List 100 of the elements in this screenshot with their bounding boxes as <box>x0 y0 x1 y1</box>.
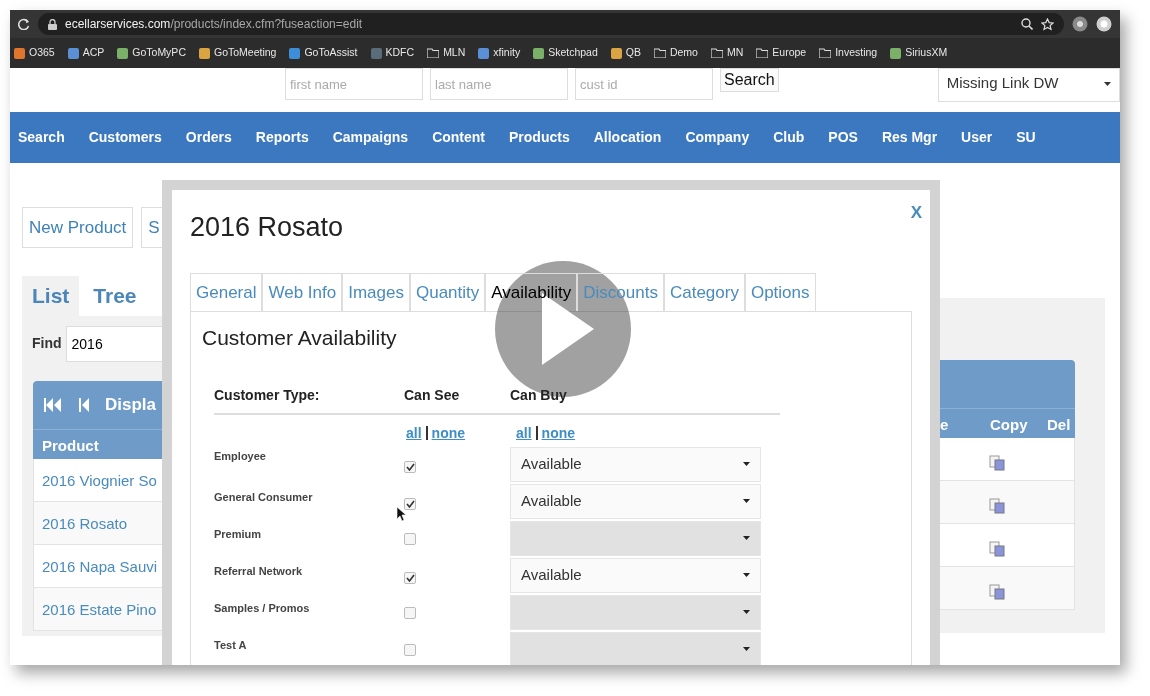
bookmark[interactable]: MLN <box>427 45 466 61</box>
nav-link[interactable]: Campaigns <box>332 127 409 148</box>
buy-select[interactable]: Available <box>510 483 761 519</box>
nav-link[interactable]: Content <box>432 127 486 148</box>
column-header: Product <box>42 436 99 454</box>
site-icon <box>198 47 210 59</box>
nav-link[interactable]: SU <box>1016 127 1036 148</box>
buy-select[interactable]: Available <box>510 557 761 593</box>
caret-icon <box>743 462 750 466</box>
checkbox[interactable] <box>404 572 416 584</box>
tab[interactable]: General <box>190 272 263 311</box>
page-button[interactable]: New Product <box>22 207 134 248</box>
nav-link[interactable]: Products <box>509 127 570 148</box>
nav-link[interactable]: Reports <box>255 127 309 148</box>
site-icon <box>14 47 25 59</box>
product-link[interactable]: 2016 Viognier So <box>42 471 157 489</box>
select-link[interactable]: none <box>431 424 466 441</box>
reload-icon[interactable] <box>18 18 30 30</box>
separator <box>535 425 538 440</box>
tab[interactable]: Images <box>342 272 410 311</box>
bookmark[interactable]: Sketchpad <box>533 45 598 61</box>
bookmark[interactable]: QB <box>610 45 641 61</box>
column-header: Del <box>1047 415 1071 433</box>
profile-icon[interactable] <box>1096 16 1112 32</box>
bookmark[interactable]: GoToAssist <box>289 45 358 61</box>
find-field[interactable]: 2016 <box>65 325 162 362</box>
site-icon <box>370 47 382 59</box>
site-icon <box>890 47 902 59</box>
nav-link[interactable]: Allocation <box>593 127 662 148</box>
buy-select[interactable]: Available <box>510 446 761 482</box>
customer-type: Premium <box>214 526 263 542</box>
copy-icon[interactable] <box>989 583 1005 600</box>
bookmark[interactable]: SiriusXM <box>890 45 948 61</box>
pager-text: Displa <box>105 393 157 416</box>
site-icon <box>533 47 545 59</box>
search-field[interactable]: first name <box>285 68 423 100</box>
product-link[interactable]: 2016 Napa Sauvi <box>42 557 158 575</box>
nav-link[interactable]: POS <box>828 127 858 148</box>
checkbox[interactable] <box>404 498 416 510</box>
search-field[interactable]: cust id <box>575 68 713 100</box>
find-label: Find <box>32 334 62 353</box>
bookmark[interactable]: Investing <box>819 45 878 61</box>
bookmark[interactable]: GoToMeeting <box>198 45 277 61</box>
nav-link[interactable]: Res Mgr <box>881 127 938 148</box>
bookmark[interactable]: Europe <box>756 45 807 61</box>
view-tab[interactable]: List <box>22 276 80 316</box>
site-icon <box>289 47 301 59</box>
tab[interactable]: Options <box>744 272 816 311</box>
nav-link[interactable]: Company <box>685 127 750 148</box>
bookmark[interactable]: MN <box>710 45 744 61</box>
bookmark[interactable]: xfinity <box>478 45 521 61</box>
select-link[interactable]: none <box>541 424 576 441</box>
star-icon[interactable] <box>1041 17 1054 31</box>
cursor-icon <box>396 507 406 521</box>
column-header: Customer Type: <box>214 384 404 415</box>
checkbox[interactable] <box>404 461 416 473</box>
copy-icon[interactable] <box>989 454 1005 471</box>
column-header: e <box>940 415 950 433</box>
search-button[interactable]: Search <box>720 68 779 92</box>
select-link[interactable]: all <box>406 424 422 441</box>
nav-link[interactable]: Orders <box>185 127 232 148</box>
bookmark[interactable]: KDFC <box>370 45 415 61</box>
bookmark[interactable]: ACP <box>67 45 105 61</box>
caret-icon <box>743 536 750 540</box>
folder-icon <box>710 48 723 58</box>
tab[interactable]: Quantity <box>409 272 486 311</box>
nav-link[interactable]: Club <box>773 127 805 148</box>
first-page-icon[interactable] <box>43 397 63 412</box>
tab[interactable]: Web Info <box>262 272 343 311</box>
bookmark[interactable]: GoToMyPC <box>117 45 186 61</box>
caret-icon <box>743 499 750 503</box>
copy-icon[interactable] <box>989 497 1005 514</box>
bookmark[interactable]: O365 <box>14 45 55 61</box>
search-field[interactable]: last name <box>430 68 568 100</box>
customer-type: Employee <box>214 448 267 464</box>
customer-type: Samples / Promos <box>214 600 311 616</box>
column-header: Copy <box>990 415 1029 433</box>
page-button[interactable]: S <box>141 207 162 248</box>
nav-link[interactable]: Customers <box>88 127 162 148</box>
lock-icon <box>48 18 57 30</box>
tab[interactable]: Category <box>663 272 745 311</box>
account-select[interactable]: Missing Link DW <box>937 68 1120 102</box>
bookmark[interactable]: Demo <box>653 45 698 61</box>
caret-icon <box>743 610 750 614</box>
site-icon <box>117 47 129 59</box>
nav-link[interactable]: Search <box>18 127 65 148</box>
folder-icon <box>653 48 666 58</box>
previous-page-icon[interactable] <box>79 397 89 412</box>
close-link[interactable]: X <box>910 200 922 248</box>
caret-icon <box>743 647 750 651</box>
column-header: Can See <box>404 384 510 415</box>
zoom-icon[interactable] <box>1021 18 1033 30</box>
nav-link[interactable]: User <box>961 127 993 148</box>
site-icon <box>610 47 622 59</box>
copy-icon[interactable] <box>989 540 1005 557</box>
select-link[interactable]: all <box>516 424 532 441</box>
customer-type: Test A <box>214 637 248 653</box>
section-title: Customer Availability <box>202 325 398 351</box>
extension-icon[interactable] <box>1072 16 1088 32</box>
separator <box>425 425 428 440</box>
